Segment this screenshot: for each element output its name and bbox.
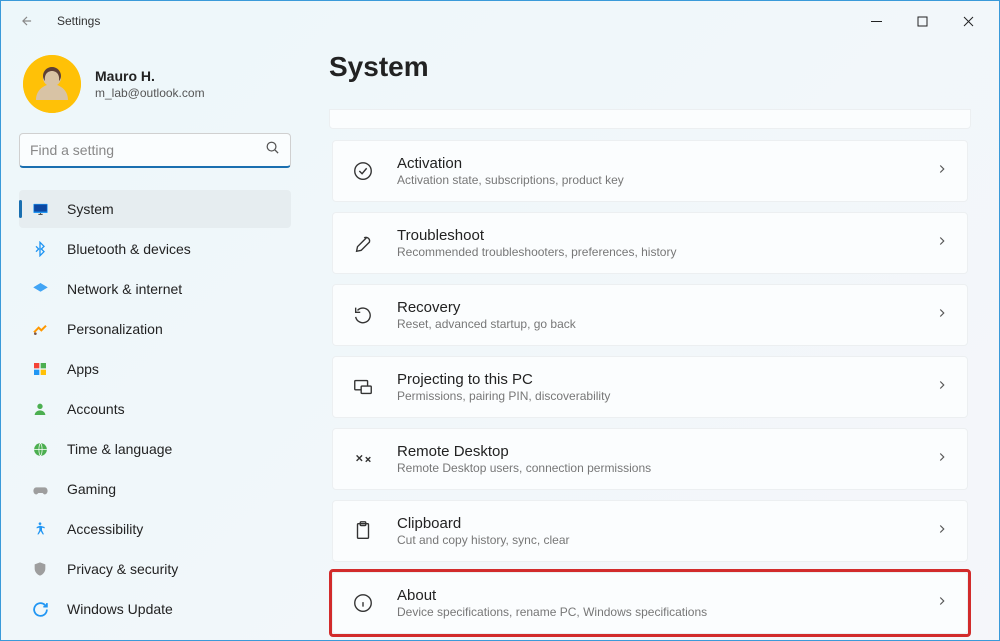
setting-desc: Recommended troubleshooters, preferences… [397, 245, 913, 259]
bluetooth-icon [31, 240, 49, 258]
settings-list: ActivationActivation state, subscription… [329, 137, 971, 637]
setting-title: Projecting to this PC [397, 371, 913, 388]
projecting-icon [351, 375, 375, 399]
setting-desc: Permissions, pairing PIN, discoverabilit… [397, 389, 913, 403]
about-icon [351, 591, 375, 615]
chevron-right-icon [935, 234, 949, 253]
accessibility-icon [31, 520, 49, 538]
arrow-left-icon [20, 14, 34, 28]
setting-desc: Remote Desktop users, connection permiss… [397, 461, 913, 475]
accounts-icon [31, 400, 49, 418]
setting-title: Remote Desktop [397, 443, 913, 460]
maximize-icon [917, 16, 928, 27]
nav-label: Accounts [67, 401, 125, 417]
apps-icon [31, 360, 49, 378]
setting-title: Activation [397, 155, 913, 172]
nav-list: System Bluetooth & devices Network & int… [19, 190, 291, 628]
maximize-button[interactable] [899, 5, 945, 37]
setting-title: Clipboard [397, 515, 913, 532]
nav-label: Personalization [67, 321, 163, 337]
window-title: Settings [57, 14, 853, 28]
nav-label: Bluetooth & devices [67, 241, 191, 257]
chevron-right-icon [935, 522, 949, 541]
nav-label: Accessibility [67, 521, 143, 537]
windows-update-icon [31, 600, 49, 618]
network-icon [31, 280, 49, 298]
setting-about[interactable]: AboutDevice specifications, rename PC, W… [332, 572, 968, 634]
time-language-icon [31, 440, 49, 458]
setting-desc: Reset, advanced startup, go back [397, 317, 913, 331]
personalization-icon [31, 320, 49, 338]
sidebar-item-gaming[interactable]: Gaming [19, 470, 291, 508]
sidebar-item-system[interactable]: System [19, 190, 291, 228]
setting-activation[interactable]: ActivationActivation state, subscription… [332, 140, 968, 202]
close-icon [963, 16, 974, 27]
sidebar-item-privacy[interactable]: Privacy & security [19, 550, 291, 588]
page-title: System [329, 51, 971, 83]
remote-desktop-icon [351, 447, 375, 471]
setting-recovery[interactable]: RecoveryReset, advanced startup, go back [332, 284, 968, 346]
nav-label: System [67, 201, 114, 217]
privacy-icon [31, 560, 49, 578]
troubleshoot-icon [351, 231, 375, 255]
search-box[interactable] [19, 133, 291, 168]
gaming-icon [31, 480, 49, 498]
sidebar-item-windows-update[interactable]: Windows Update [19, 590, 291, 628]
setting-desc: Device specifications, rename PC, Window… [397, 605, 913, 619]
main-panel: System ActivationActivation state, subsc… [305, 41, 995, 640]
titlebar: Settings [1, 1, 999, 41]
avatar [23, 55, 81, 113]
minimize-icon [871, 16, 882, 27]
search-icon [265, 140, 280, 160]
setting-title: Recovery [397, 299, 913, 316]
sidebar-item-apps[interactable]: Apps [19, 350, 291, 388]
nav-label: Time & language [67, 441, 172, 457]
sidebar: Mauro H. m_lab@outlook.com System Blueto… [5, 41, 305, 640]
sidebar-item-personalization[interactable]: Personalization [19, 310, 291, 348]
sidebar-item-accounts[interactable]: Accounts [19, 390, 291, 428]
sidebar-item-bluetooth[interactable]: Bluetooth & devices [19, 230, 291, 268]
recovery-icon [351, 303, 375, 327]
setting-desc: Cut and copy history, sync, clear [397, 533, 913, 547]
nav-label: Network & internet [67, 281, 182, 297]
close-button[interactable] [945, 5, 991, 37]
setting-title: About [397, 587, 913, 604]
setting-clipboard[interactable]: ClipboardCut and copy history, sync, cle… [332, 500, 968, 562]
profile-name: Mauro H. [95, 68, 205, 84]
back-button[interactable] [15, 9, 39, 33]
setting-projecting[interactable]: Projecting to this PCPermissions, pairin… [332, 356, 968, 418]
partial-item-above [329, 109, 971, 129]
system-icon [31, 200, 49, 218]
activation-icon [351, 159, 375, 183]
chevron-right-icon [935, 306, 949, 325]
sidebar-item-network[interactable]: Network & internet [19, 270, 291, 308]
nav-label: Windows Update [67, 601, 173, 617]
chevron-right-icon [935, 378, 949, 397]
nav-label: Apps [67, 361, 99, 377]
profile-block[interactable]: Mauro H. m_lab@outlook.com [19, 55, 291, 113]
sidebar-item-time-language[interactable]: Time & language [19, 430, 291, 468]
setting-title: Troubleshoot [397, 227, 913, 244]
chevron-right-icon [935, 162, 949, 181]
nav-label: Gaming [67, 481, 116, 497]
profile-email: m_lab@outlook.com [95, 86, 205, 100]
sidebar-item-accessibility[interactable]: Accessibility [19, 510, 291, 548]
chevron-right-icon [935, 450, 949, 469]
minimize-button[interactable] [853, 5, 899, 37]
search-input[interactable] [30, 142, 265, 158]
setting-troubleshoot[interactable]: TroubleshootRecommended troubleshooters,… [332, 212, 968, 274]
setting-desc: Activation state, subscriptions, product… [397, 173, 913, 187]
setting-remote-desktop[interactable]: Remote DesktopRemote Desktop users, conn… [332, 428, 968, 490]
nav-label: Privacy & security [67, 561, 178, 577]
chevron-right-icon [935, 594, 949, 613]
clipboard-icon [351, 519, 375, 543]
